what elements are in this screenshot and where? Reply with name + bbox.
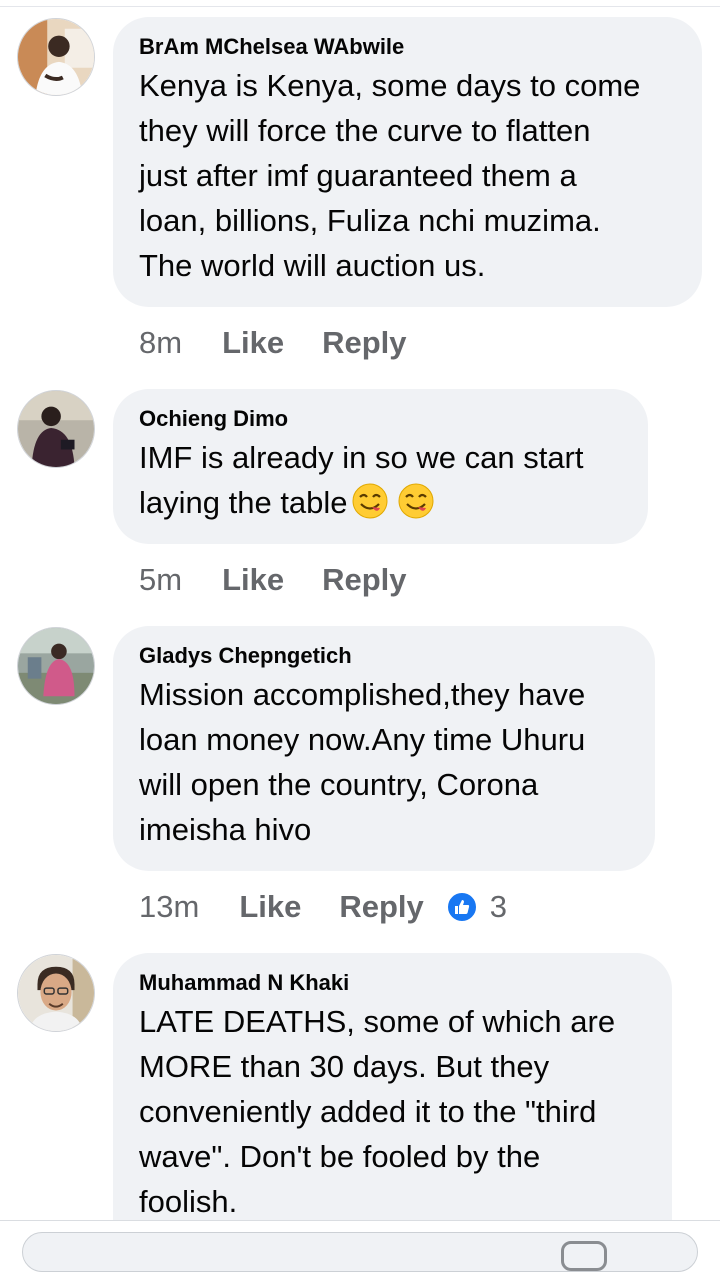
reply-button[interactable]: Reply (339, 889, 423, 925)
comment-text: Kenya is Kenya, some days to come they w… (139, 68, 641, 283)
like-button[interactable]: Like (222, 325, 284, 361)
comment-author[interactable]: Ochieng Dimo (139, 405, 622, 433)
comment-bubble: Gladys Chepngetich Mission accomplished,… (113, 626, 655, 871)
comment-text: IMF is already in so we can start laying… (139, 440, 584, 520)
comment-actions: 8m Like Reply (139, 323, 429, 363)
reaction-summary[interactable]: 3 (445, 889, 508, 925)
comment-time[interactable]: 13m (139, 889, 199, 925)
comment-bubble: Ochieng Dimo IMF is already in so we can… (113, 389, 648, 544)
comment-author[interactable]: BrAm MChelsea WAbwile (139, 33, 676, 61)
like-button[interactable]: Like (222, 562, 284, 598)
comment-bubble: Muhammad N Khaki LATE DEATHS, some of wh… (113, 953, 672, 1220)
reply-button[interactable]: Reply (322, 325, 406, 361)
top-divider (0, 0, 720, 7)
sticker-icon[interactable] (561, 1241, 607, 1271)
comment-time[interactable]: 8m (139, 325, 182, 361)
comment-text: Mission accomplished,they have loan mone… (139, 677, 586, 847)
avatar[interactable] (17, 390, 95, 468)
avatar[interactable] (17, 627, 95, 705)
avatar[interactable] (17, 954, 95, 1032)
face-savoring-food-emoji (398, 483, 434, 519)
comment-author[interactable]: Gladys Chepngetich (139, 642, 629, 670)
comment-actions: 5m Like Reply (139, 560, 429, 600)
comment-bubble: BrAm MChelsea WAbwile Kenya is Kenya, so… (113, 17, 702, 307)
comment-author[interactable]: Muhammad N Khaki (139, 969, 646, 997)
reply-button[interactable]: Reply (322, 562, 406, 598)
like-button[interactable]: Like (239, 889, 301, 925)
face-savoring-food-emoji (352, 483, 388, 519)
comment-text: LATE DEATHS, some of which are MORE than… (139, 1004, 616, 1219)
bottom-bar (0, 1220, 720, 1272)
comment-actions: 13m Like Reply 3 (139, 887, 507, 927)
avatar[interactable] (17, 18, 95, 96)
reaction-count: 3 (489, 889, 508, 924)
thumbs-up-icon (445, 891, 478, 923)
comment-time[interactable]: 5m (139, 562, 182, 598)
comment-composer[interactable] (22, 1232, 698, 1272)
